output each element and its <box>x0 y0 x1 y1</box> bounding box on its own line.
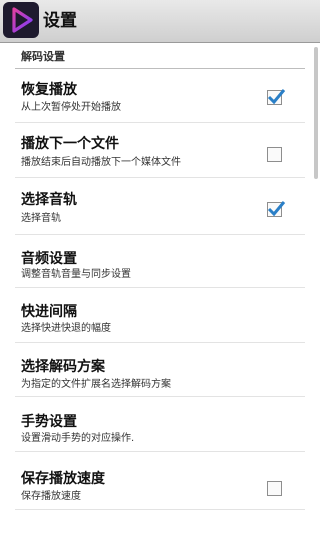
section-title: 解码设置 <box>21 50 65 63</box>
settings-list: 解码设置 恢复播放 从上次暂停处开始播放 播放下一个文件 播放结束后自动播放下一… <box>0 43 320 533</box>
setting-item-play-next-file[interactable]: 播放下一个文件 播放结束后自动播放下一个媒体文件 <box>0 123 320 178</box>
setting-item-title: 选择音轨 <box>21 192 77 208</box>
setting-item-summary: 从上次暂停处开始播放 <box>21 102 121 113</box>
setting-item-title: 恢复播放 <box>21 82 77 98</box>
section-header: 解码设置 <box>0 43 320 70</box>
checkmark-icon <box>267 201 286 217</box>
setting-item-summary: 调整音轨音量与同步设置 <box>21 269 131 280</box>
setting-item-title: 快进间隔 <box>21 304 77 320</box>
title-bar: 设置 <box>0 0 320 43</box>
setting-item-decoder-scheme[interactable]: 选择解码方案 为指定的文件扩展名选择解码方案 <box>0 343 320 397</box>
setting-item-summary: 为指定的文件扩展名选择解码方案 <box>21 379 171 390</box>
scrollbar[interactable] <box>314 47 318 179</box>
setting-item-title: 音频设置 <box>21 251 77 267</box>
setting-item-resume-playback[interactable]: 恢复播放 从上次暂停处开始播放 <box>0 70 320 123</box>
select-audio-track-checkbox[interactable] <box>267 201 286 217</box>
resume-playback-checkbox[interactable] <box>267 89 286 105</box>
page-title: 设置 <box>43 11 77 31</box>
setting-item-audio-settings[interactable]: 音频设置 调整音轨音量与同步设置 <box>0 235 320 288</box>
setting-item-title: 保存播放速度 <box>21 471 105 487</box>
setting-item-title: 播放下一个文件 <box>21 136 119 152</box>
setting-item-summary: 保存播放速度 <box>21 491 81 502</box>
setting-item-title: 手势设置 <box>21 414 77 430</box>
setting-item-seek-interval[interactable]: 快进间隔 选择快进快退的幅度 <box>0 288 320 343</box>
checkmark-icon <box>267 89 286 105</box>
play-next-file-checkbox[interactable] <box>267 147 282 162</box>
row-divider <box>15 509 305 510</box>
setting-item-summary: 播放结束后自动播放下一个媒体文件 <box>21 157 181 168</box>
setting-item-save-playback-speed[interactable]: 保存播放速度 保存播放速度 <box>0 452 320 510</box>
setting-item-select-audio-track[interactable]: 选择音轨 选择音轨 <box>0 178 320 235</box>
setting-item-summary: 设置滑动手势的对应操作. <box>21 433 135 444</box>
setting-item-title: 选择解码方案 <box>21 359 105 375</box>
save-playback-speed-checkbox[interactable] <box>267 481 282 496</box>
play-icon[interactable] <box>3 2 39 38</box>
setting-item-gesture-settings[interactable]: 手势设置 设置滑动手势的对应操作. <box>0 397 320 452</box>
setting-item-summary: 选择音轨 <box>21 213 61 224</box>
setting-item-summary: 选择快进快退的幅度 <box>21 323 111 334</box>
section-divider <box>15 68 305 69</box>
